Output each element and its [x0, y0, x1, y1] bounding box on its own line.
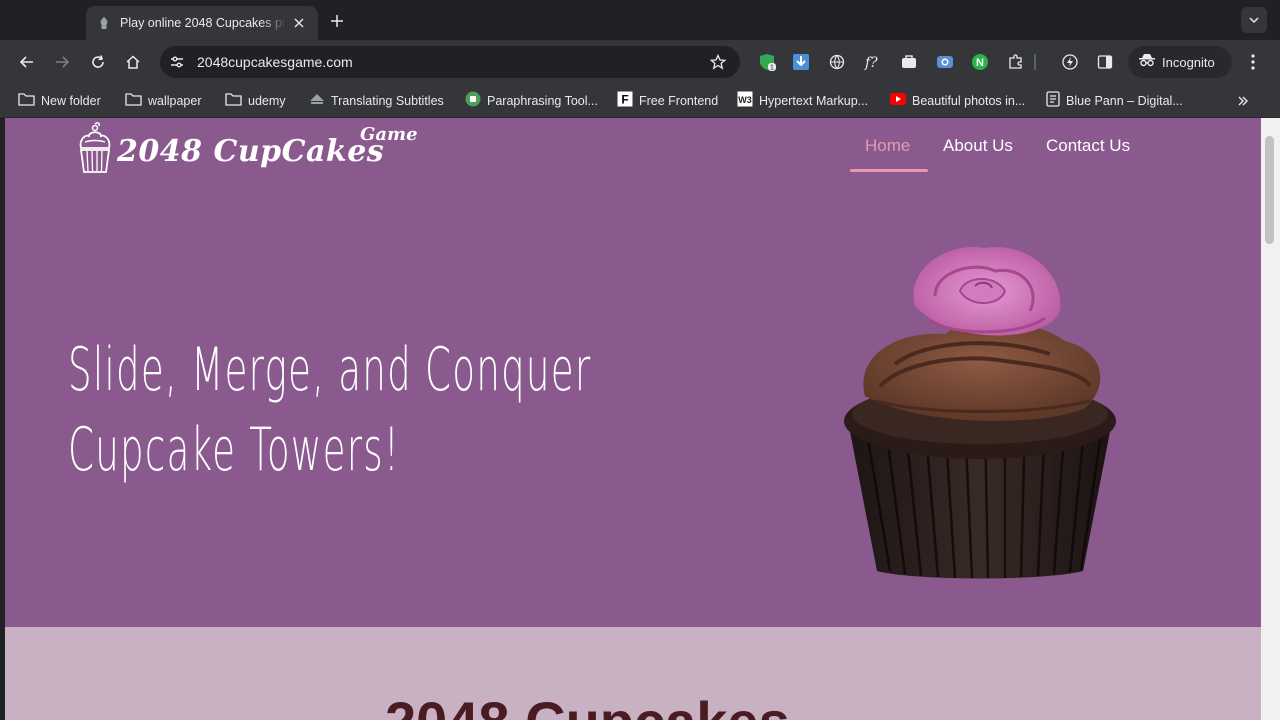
cupcake-logo-icon	[79, 122, 111, 173]
bookmark-udemy[interactable]: udemy	[225, 90, 286, 112]
svg-text:F: F	[621, 92, 628, 106]
bookmark-wallpaper[interactable]: wallpaper	[125, 90, 202, 112]
tab-search-chevron-icon[interactable]	[1241, 7, 1267, 33]
bookmark-new-folder[interactable]: New folder	[18, 90, 101, 112]
active-nav-underline	[850, 169, 928, 172]
about-game-section: 2048 Cupcakes	[5, 627, 1261, 720]
svg-text:N: N	[976, 57, 984, 69]
folder-icon	[225, 92, 242, 111]
page-scrollbar[interactable]	[1261, 118, 1280, 720]
translate-icon	[309, 92, 325, 111]
side-panel-icon[interactable]	[1095, 52, 1115, 72]
hero-headline-line-1: Slide, Merge, and Conquer	[68, 335, 592, 405]
bookmark-beautiful-photos[interactable]: Beautiful photos in...	[890, 90, 1025, 112]
close-tab-icon[interactable]	[290, 14, 308, 32]
youtube-icon	[890, 92, 906, 110]
address-bar[interactable]: 2048cupcakesgame.com	[160, 46, 740, 78]
download-extension-icon[interactable]	[791, 52, 811, 72]
page-viewport: 2048 CupCakes Game Home About Us Contact…	[5, 118, 1261, 720]
browser-tab[interactable]: Play online 2048 Cupcakes puzzle game	[86, 6, 318, 40]
bookmark-label: New folder	[41, 94, 101, 108]
home-icon[interactable]	[121, 50, 145, 74]
hero-section: 2048 CupCakes Game Home About Us Contact…	[5, 118, 1261, 627]
cupcake-favicon-icon	[96, 15, 112, 31]
bookmarks-bar: New folder wallpaper udemy Translating S…	[0, 84, 1280, 118]
bookmark-label: wallpaper	[148, 94, 202, 108]
bookmark-translating-subtitles[interactable]: Translating Subtitles	[309, 90, 444, 112]
scrollbar-thumb[interactable]	[1265, 136, 1274, 244]
extension-badge: 1	[770, 65, 774, 72]
nav-about-us[interactable]: About Us	[943, 136, 1013, 156]
document-icon	[1046, 90, 1060, 112]
forward-arrow-icon[interactable]	[50, 50, 74, 74]
bookmark-label: udemy	[248, 94, 286, 108]
w3schools-icon: W3	[737, 91, 753, 112]
browser-toolbar: 2048cupcakesgame.com 1 f? N Incognito	[0, 40, 1280, 84]
bookmark-hypertext-markup[interactable]: W3 Hypertext Markup...	[737, 90, 868, 112]
bookmark-label: Free Frontend	[639, 94, 719, 108]
font-finder-extension-icon[interactable]: f?	[863, 52, 883, 72]
incognito-label: Incognito	[1162, 54, 1215, 70]
toolbox-extension-icon[interactable]	[899, 52, 919, 72]
tab-strip: Play online 2048 Cupcakes puzzle game	[0, 0, 1280, 40]
bookmark-label: Paraphrasing Tool...	[487, 94, 598, 108]
svg-text:W3: W3	[738, 95, 752, 105]
incognito-button[interactable]: Incognito	[1128, 46, 1232, 78]
chrome-menu-icon[interactable]	[1242, 50, 1264, 74]
bookmark-paraphrasing-tool[interactable]: Paraphrasing Tool...	[465, 90, 598, 112]
site-logo[interactable]: 2048 CupCakes Game	[75, 118, 435, 180]
more-bookmarks-chevron-icon[interactable]	[1232, 90, 1254, 112]
tab-title: Play online 2048 Cupcakes puzzle game	[120, 16, 286, 30]
reload-icon[interactable]	[86, 50, 110, 74]
bookmark-label: Beautiful photos in...	[912, 94, 1026, 108]
quillbot-icon	[465, 91, 481, 112]
logo-text: 2048 CupCakes	[117, 134, 385, 169]
globe-extension-icon[interactable]	[827, 52, 847, 72]
bookmark-star-icon[interactable]	[706, 50, 730, 74]
frontend-icon: F	[617, 91, 633, 112]
logo-superscript: Game	[360, 124, 418, 145]
url-text[interactable]: 2048cupcakesgame.com	[197, 54, 706, 70]
nav-home[interactable]: Home	[865, 136, 910, 156]
cupcake-hero-image	[844, 246, 1116, 579]
incognito-icon	[1138, 52, 1156, 73]
hero-headline-line-2: Cupcake Towers!	[68, 415, 401, 485]
nav-contact-us[interactable]: Contact Us	[1046, 136, 1130, 156]
folder-icon	[18, 92, 35, 111]
svg-text:f?: f?	[864, 55, 878, 71]
toolbar-divider	[1034, 54, 1036, 70]
bookmark-label: Hypertext Markup...	[759, 94, 869, 108]
back-arrow-icon[interactable]	[15, 50, 39, 74]
screen-capture-extension-icon[interactable]	[935, 52, 955, 72]
n-extension-icon[interactable]: N	[970, 52, 990, 72]
extension-shield-icon[interactable]: 1	[757, 52, 777, 72]
extensions-puzzle-icon[interactable]	[1006, 52, 1026, 72]
hero-headline: Slide, Merge, and Conquer Cupcake Towers…	[68, 330, 592, 490]
folder-icon	[125, 92, 142, 111]
bookmark-free-frontend[interactable]: F Free Frontend	[617, 90, 718, 112]
performance-extension-icon[interactable]	[1060, 52, 1080, 72]
bookmark-blue-pann[interactable]: Blue Pann – Digital...	[1046, 90, 1183, 112]
bookmark-label: Translating Subtitles	[331, 94, 444, 108]
bookmark-label: Blue Pann – Digital...	[1066, 94, 1183, 108]
section-title: 2048 Cupcakes	[385, 689, 790, 720]
new-tab-icon[interactable]	[326, 10, 348, 32]
site-info-tune-icon[interactable]	[165, 50, 189, 74]
